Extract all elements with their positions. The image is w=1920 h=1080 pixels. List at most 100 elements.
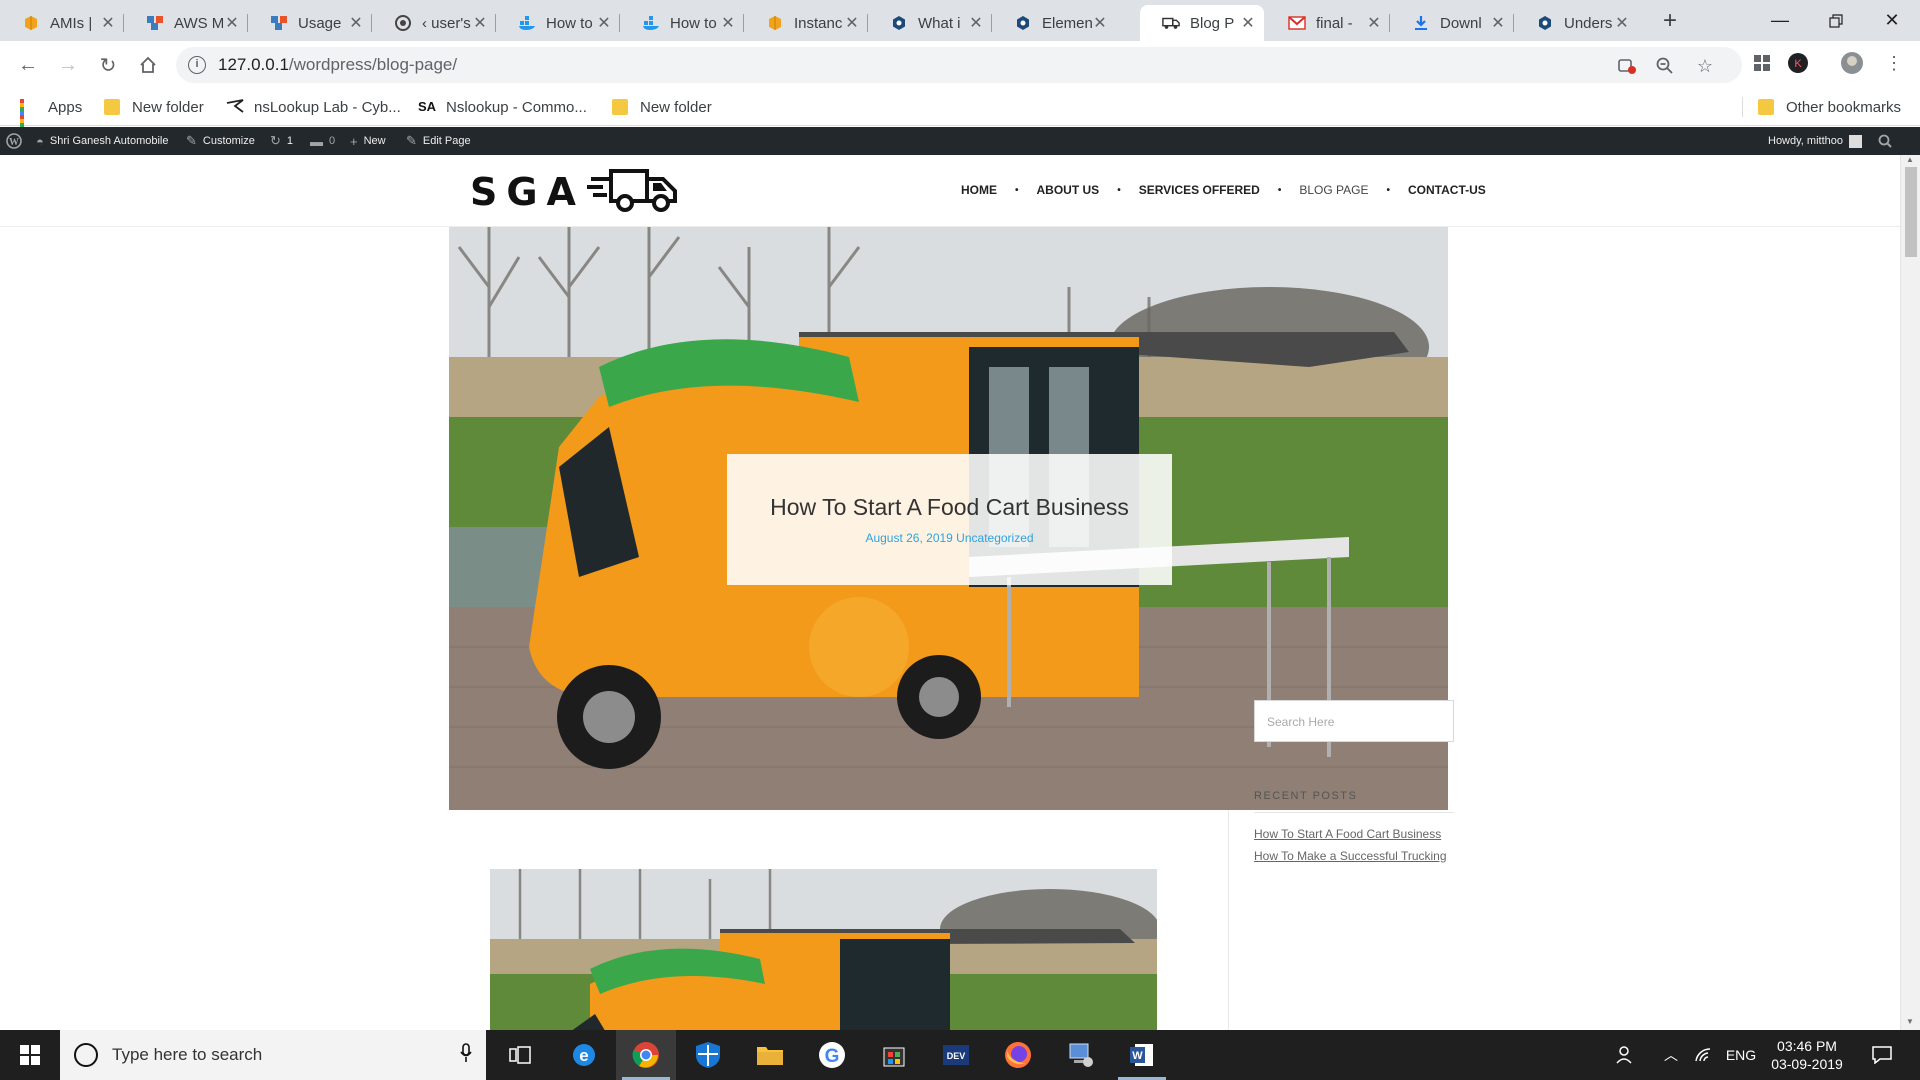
extension-icon[interactable]	[1748, 49, 1776, 77]
menu-kebab-icon[interactable]: ⋮	[1880, 49, 1908, 77]
browser-tab[interactable]: Downl ✕	[1390, 5, 1514, 41]
wordpress-logo-icon[interactable]: W	[6, 127, 22, 155]
browser-tab[interactable]: ‹ user's ✕	[372, 5, 496, 41]
notifications-icon[interactable]	[1862, 1030, 1902, 1080]
bookmark-apps[interactable]: Apps	[20, 96, 82, 135]
word-icon[interactable]: W	[1112, 1030, 1172, 1080]
browser-tab-active[interactable]: Blog P ✕	[1140, 5, 1264, 41]
wp-site-name[interactable]: ◓ Shri Ganesh Automobile	[36, 127, 169, 155]
wp-updates[interactable]: ↻ 1	[270, 127, 293, 155]
defender-shield-icon[interactable]	[678, 1030, 738, 1080]
wp-comments[interactable]: ▬ 0	[310, 127, 335, 155]
wp-howdy[interactable]: Howdy, mitthoo	[1768, 127, 1862, 155]
clock-time: 03:46 PM	[1777, 1038, 1837, 1054]
sidebar-search-input[interactable]: Search Here	[1254, 700, 1454, 742]
wp-edit-page[interactable]: ✎ Edit Page	[406, 127, 471, 155]
address-bar[interactable]: i 127.0.0.1/wordpress/blog-page/ ☆	[176, 47, 1742, 83]
search-icon[interactable]	[1878, 127, 1892, 155]
new-tab-button[interactable]: +	[1656, 8, 1684, 36]
browser-tab[interactable]: Unders ✕	[1514, 5, 1638, 41]
restore-button[interactable]	[1808, 0, 1864, 41]
bookmark-nslookup-lab[interactable]: nsLookup Lab - Cyb...	[226, 96, 401, 118]
post-thumbnail[interactable]	[490, 869, 1157, 1030]
translate-blocked-icon[interactable]	[1616, 55, 1638, 77]
browser-tab[interactable]: AWS M ✕	[124, 5, 248, 41]
close-icon[interactable]: ✕	[720, 13, 736, 33]
avatar[interactable]	[1838, 49, 1866, 77]
browser-tab[interactable]: AMIs | ✕	[0, 5, 124, 41]
firefox-icon[interactable]	[988, 1030, 1048, 1080]
network-tool-icon[interactable]	[1050, 1030, 1110, 1080]
site-logo[interactable]: SGA	[470, 165, 679, 218]
zoom-icon[interactable]	[1654, 55, 1676, 77]
clock[interactable]: 03:46 PM 03-09-2019	[1762, 1030, 1852, 1080]
hero-post-title[interactable]: How To Start A Food Cart Business	[727, 494, 1172, 521]
wp-new[interactable]: + New	[350, 127, 386, 155]
menu-home[interactable]: HOME	[961, 183, 997, 197]
bookmark-other[interactable]: Other bookmarks	[1758, 96, 1901, 118]
recent-posts-title: RECENT POSTS	[1254, 790, 1454, 813]
close-window-button[interactable]: ✕	[1864, 0, 1920, 41]
close-icon[interactable]: ✕	[100, 13, 116, 33]
close-icon[interactable]: ✕	[1614, 13, 1630, 33]
edge-icon[interactable]: e	[554, 1030, 614, 1080]
scroll-down-icon[interactable]: ▼	[1906, 1017, 1914, 1026]
taskbar-search-input[interactable]: Type here to search	[112, 1045, 460, 1065]
bookmark-nslookup-commo[interactable]: SA Nslookup - Commo...	[418, 96, 587, 118]
task-view-icon[interactable]	[490, 1030, 550, 1080]
reload-button[interactable]: ↻	[92, 49, 124, 81]
start-button[interactable]	[0, 1030, 60, 1080]
menu-services-offered[interactable]: SERVICES OFFERED	[1139, 183, 1260, 197]
browser-tab[interactable]: What i ✕	[868, 5, 992, 41]
browser-tab[interactable]: Usage ✕	[248, 5, 372, 41]
scroll-up-icon[interactable]: ▲	[1906, 155, 1914, 164]
dev-cpp-icon[interactable]: DEV	[926, 1030, 986, 1080]
page-scrollbar[interactable]: ▲ ▼	[1900, 155, 1920, 1030]
hero-post-meta[interactable]: August 26, 2019 Uncategorized	[727, 531, 1172, 545]
google-icon[interactable]: G	[802, 1030, 862, 1080]
menu-blog-page[interactable]: BLOG PAGE	[1299, 183, 1368, 197]
food-cart-thumbnail	[490, 869, 1157, 1030]
close-icon[interactable]: ✕	[968, 13, 984, 33]
browser-tab[interactable]: final - ✕	[1266, 5, 1390, 41]
info-icon[interactable]: i	[188, 56, 206, 74]
browser-tab[interactable]: How to ✕	[620, 5, 744, 41]
bookmark-folder[interactable]: New folder	[612, 96, 712, 118]
scrollbar-thumb[interactable]	[1905, 167, 1917, 257]
wp-customize[interactable]: ✎ Customize	[186, 127, 255, 155]
close-icon[interactable]: ✕	[224, 13, 240, 33]
app-store-icon[interactable]	[864, 1030, 924, 1080]
bookmark-folder[interactable]: New folder	[104, 96, 204, 118]
browser-tab[interactable]: How to ✕	[496, 5, 620, 41]
close-icon[interactable]: ✕	[596, 13, 612, 33]
close-icon[interactable]: ✕	[1490, 13, 1506, 33]
people-icon[interactable]	[1606, 1030, 1646, 1080]
close-icon[interactable]: ✕	[1240, 13, 1256, 33]
close-icon[interactable]: ✕	[1366, 13, 1382, 33]
tab-strip: AMIs | ✕ AWS M ✕ Usage ✕ ‹ user's ✕ How …	[0, 0, 1920, 41]
recent-post-link[interactable]: How To Start A Food Cart Business	[1254, 827, 1441, 841]
bookmark-star-icon[interactable]: ☆	[1694, 55, 1716, 77]
language-indicator[interactable]: ENG	[1722, 1030, 1760, 1080]
browser-tab[interactable]: Elemen ✕	[992, 5, 1116, 41]
wifi-icon[interactable]	[1688, 1030, 1718, 1080]
forward-button[interactable]: →	[52, 49, 84, 81]
recent-post-link[interactable]: How To Make a Successful Trucking	[1254, 849, 1447, 863]
close-icon[interactable]: ✕	[844, 13, 860, 33]
back-button[interactable]: ←	[12, 49, 44, 81]
menu-contact-us[interactable]: CONTACT-US	[1408, 183, 1486, 197]
close-icon[interactable]: ✕	[472, 13, 488, 33]
close-icon[interactable]: ✕	[1092, 13, 1108, 33]
home-button[interactable]	[132, 49, 164, 81]
profile-k-icon[interactable]: K	[1784, 49, 1812, 77]
menu-about-us[interactable]: ABOUT US	[1037, 183, 1100, 197]
taskbar-search[interactable]: Type here to search	[60, 1030, 486, 1080]
chevron-up-icon[interactable]: ︿	[1656, 1030, 1686, 1080]
minimize-button[interactable]: —	[1752, 0, 1808, 41]
file-explorer-icon[interactable]	[740, 1030, 800, 1080]
browser-tab[interactable]: Instanc ✕	[744, 5, 868, 41]
microphone-icon[interactable]	[460, 1042, 472, 1068]
chrome-icon[interactable]	[616, 1030, 676, 1080]
url-text[interactable]: 127.0.0.1/wordpress/blog-page/	[218, 55, 457, 75]
close-icon[interactable]: ✕	[348, 13, 364, 33]
